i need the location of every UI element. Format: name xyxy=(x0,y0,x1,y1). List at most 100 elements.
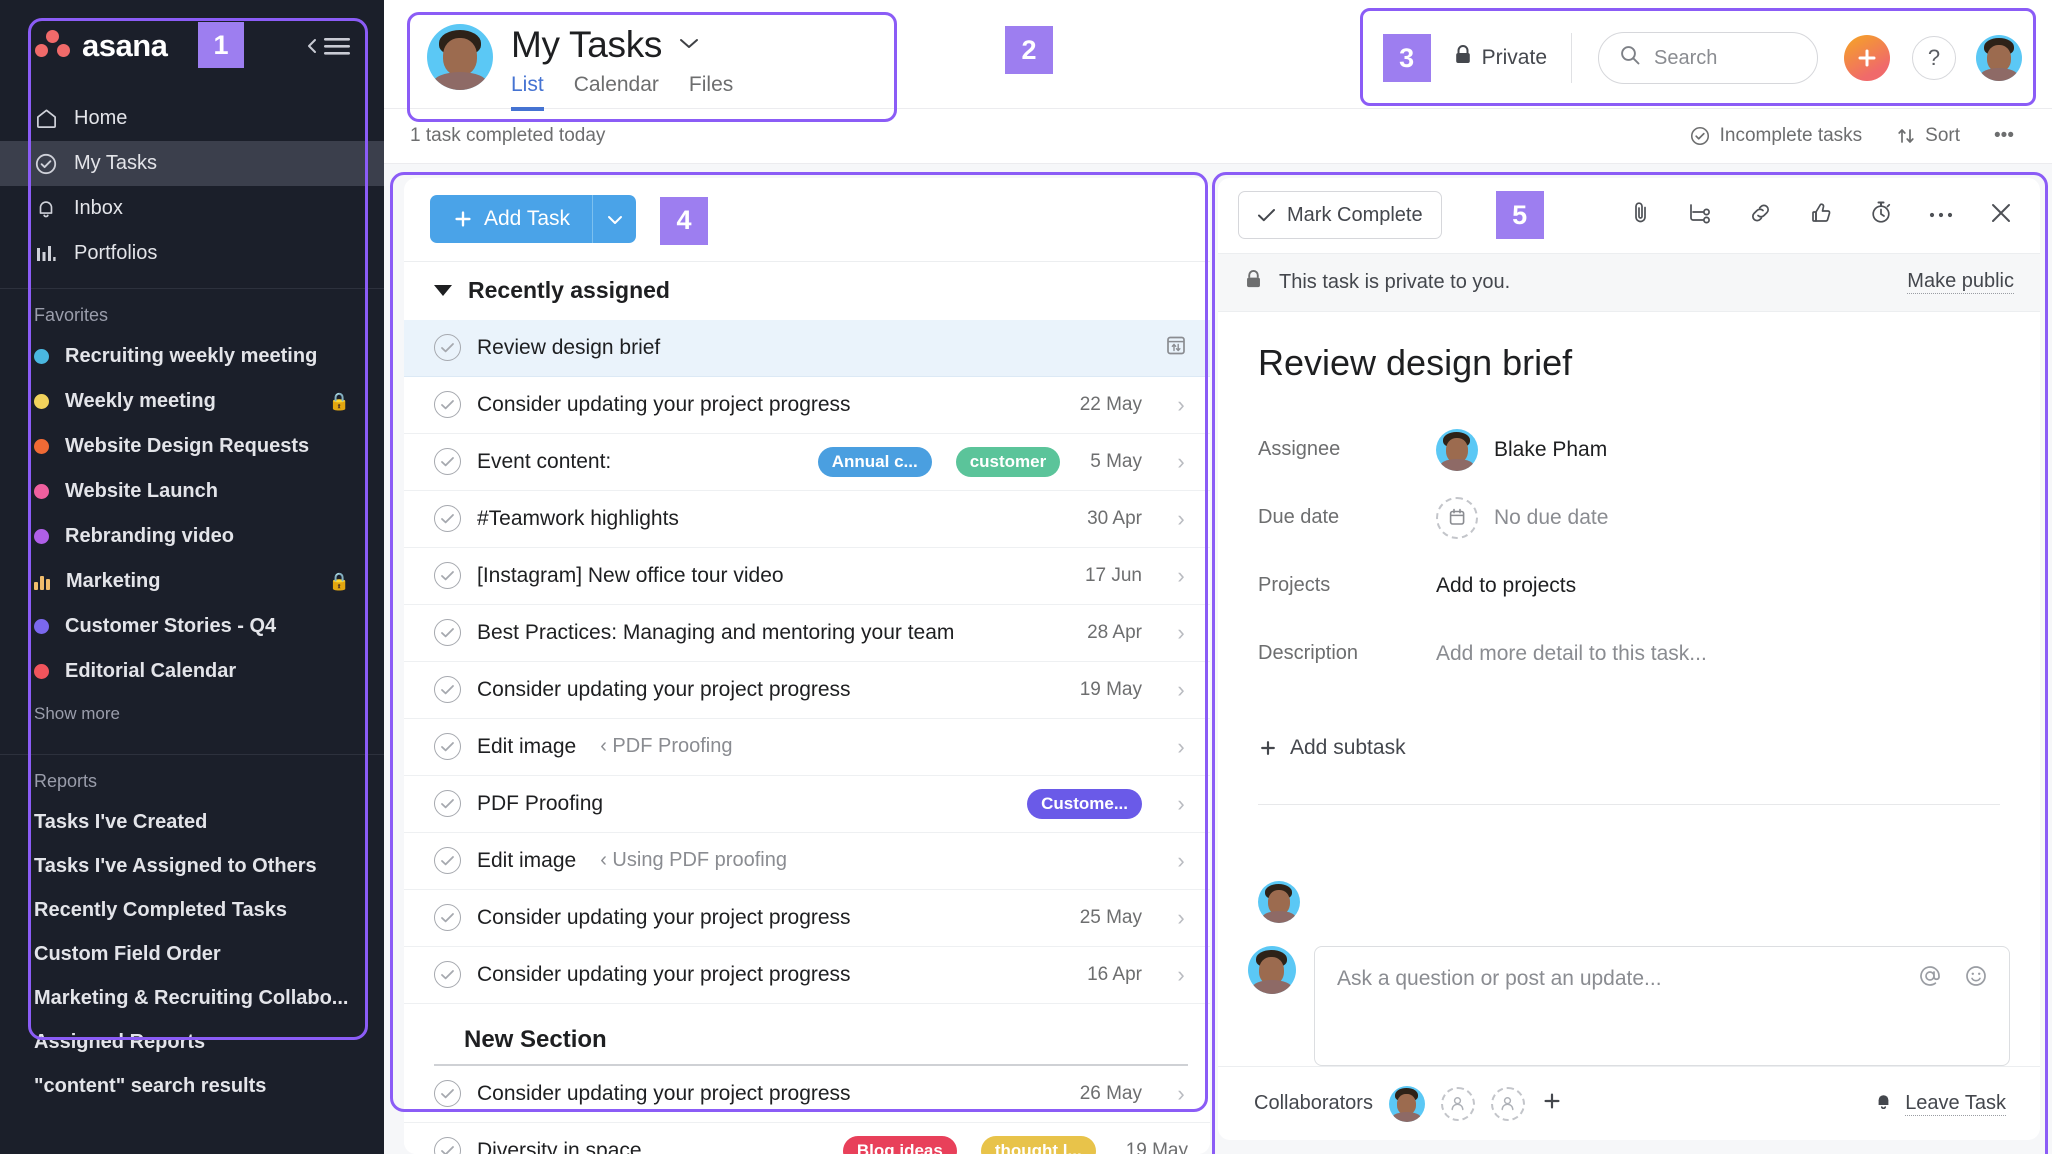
sidebar-item-portfolios[interactable]: Portfolios xyxy=(0,231,384,276)
task-tag[interactable]: thought l... xyxy=(980,1135,1096,1154)
chevron-right-icon[interactable]: › xyxy=(1174,905,1188,931)
chevron-right-icon[interactable]: › xyxy=(1174,392,1188,418)
privacy-indicator[interactable]: Private xyxy=(1453,44,1547,72)
table-row[interactable]: Review design brief xyxy=(404,319,1210,377)
sidebar-item-weekly-meeting[interactable]: Weekly meeting 🔒 xyxy=(0,379,384,424)
sort-button[interactable]: Sort xyxy=(1896,125,1960,147)
table-row[interactable]: Consider updating your project progress … xyxy=(404,1065,1210,1123)
chevron-right-icon[interactable]: › xyxy=(1174,620,1188,646)
table-row[interactable]: Diversity in space Blog ideas thought l.… xyxy=(404,1122,1210,1154)
due-date-field[interactable]: Due date No due date xyxy=(1258,484,2000,552)
sidebar-item-marketing[interactable]: Marketing 🔒 xyxy=(0,559,384,604)
section-new-section[interactable]: New Section xyxy=(434,1004,1188,1066)
mention-icon[interactable] xyxy=(1917,963,1943,996)
sidebar-item-content-search-results[interactable]: "content" search results xyxy=(0,1064,384,1108)
chevron-down-icon[interactable] xyxy=(676,35,702,56)
sidebar-item-recruiting-weekly-meeting[interactable]: Recruiting weekly meeting xyxy=(0,334,384,379)
chevron-right-icon[interactable]: › xyxy=(1174,848,1188,874)
chevron-right-icon[interactable]: › xyxy=(1174,563,1188,589)
table-row[interactable]: #Teamwork highlights 30 Apr › xyxy=(404,490,1210,548)
complete-checkbox[interactable] xyxy=(434,676,461,704)
sort-calendar-icon[interactable] xyxy=(1164,333,1188,363)
sidebar-item-tasks-ive-created[interactable]: Tasks I've Created xyxy=(0,800,384,844)
tab-calendar[interactable]: Calendar xyxy=(574,73,659,111)
sidebar-item-home[interactable]: Home xyxy=(0,96,384,141)
emoji-icon[interactable] xyxy=(1963,963,1989,996)
sidebar-item-customer-stories-q4[interactable]: Customer Stories - Q4 xyxy=(0,604,384,649)
subtask-icon[interactable] xyxy=(1687,201,1713,230)
assignee-avatar[interactable] xyxy=(1436,428,1478,471)
show-more-button[interactable]: Show more xyxy=(0,694,384,742)
chevron-down-icon[interactable] xyxy=(434,285,452,297)
more-options-button[interactable]: ••• xyxy=(1994,125,2014,147)
close-icon[interactable] xyxy=(1988,200,2014,231)
calendar-icon[interactable] xyxy=(1436,496,1478,539)
complete-checkbox[interactable] xyxy=(434,847,461,875)
chevron-right-icon[interactable]: › xyxy=(1174,734,1188,760)
add-task-dropdown-icon[interactable] xyxy=(592,195,636,244)
add-subtask-button[interactable]: Add subtask xyxy=(1258,736,2000,760)
chevron-right-icon[interactable]: › xyxy=(1174,962,1188,988)
table-row[interactable]: Best Practices: Managing and mentoring y… xyxy=(404,604,1210,662)
sidebar-item-inbox[interactable]: Inbox xyxy=(0,186,384,231)
task-tag[interactable]: customer xyxy=(955,446,1061,477)
add-button[interactable] xyxy=(1844,35,1890,81)
add-task-button[interactable]: Add Task xyxy=(430,195,592,244)
chevron-right-icon[interactable]: › xyxy=(1174,506,1188,532)
timer-icon[interactable] xyxy=(1868,199,1894,231)
chevron-right-icon[interactable]: › xyxy=(1174,449,1188,475)
help-button[interactable]: ? xyxy=(1912,36,1956,80)
sidebar-item-marketing-recruiting-collab[interactable]: Marketing & Recruiting Collabo... xyxy=(0,976,384,1020)
complete-checkbox[interactable] xyxy=(434,1080,461,1108)
projects-field[interactable]: Projects Add to projects xyxy=(1258,552,2000,620)
add-collaborator-button[interactable] xyxy=(1541,1090,1563,1117)
task-tag[interactable]: Annual c... xyxy=(817,446,932,477)
mark-complete-button[interactable]: Mark Complete xyxy=(1238,191,1442,240)
chevron-right-icon[interactable]: › xyxy=(1174,1081,1188,1107)
chevron-right-icon[interactable]: › xyxy=(1174,791,1188,817)
table-row[interactable]: Consider updating your project progress … xyxy=(404,889,1210,947)
complete-checkbox[interactable] xyxy=(434,562,461,590)
collaborator-placeholder[interactable] xyxy=(1490,1086,1525,1121)
table-row[interactable]: Consider updating your project progress … xyxy=(404,946,1210,1004)
leave-task-button[interactable]: Leave Task xyxy=(1873,1090,2006,1118)
like-icon[interactable] xyxy=(1808,200,1834,231)
complete-checkbox[interactable] xyxy=(434,391,461,419)
sidebar-item-assigned-reports[interactable]: Assigned Reports xyxy=(0,1020,384,1064)
comment-input[interactable]: Ask a question or post an update... xyxy=(1314,946,2010,1067)
complete-checkbox[interactable] xyxy=(434,1137,461,1154)
sidebar-item-rebranding-video[interactable]: Rebranding video xyxy=(0,514,384,559)
sidebar-item-tasks-assigned-to-others[interactable]: Tasks I've Assigned to Others xyxy=(0,844,384,888)
user-avatar[interactable] xyxy=(1976,35,2022,81)
avatar[interactable] xyxy=(427,24,493,90)
assignee-field[interactable]: Assignee Blake Pham xyxy=(1258,416,2000,484)
more-icon[interactable] xyxy=(1928,206,1954,224)
complete-checkbox[interactable] xyxy=(434,961,461,989)
filter-incomplete-tasks-button[interactable]: Incomplete tasks xyxy=(1689,125,1862,147)
table-row[interactable]: PDF Proofing Custome... › xyxy=(404,775,1210,833)
sidebar-item-website-launch[interactable]: Website Launch xyxy=(0,469,384,514)
collaborator-avatar[interactable] xyxy=(1388,1085,1425,1122)
table-row[interactable]: Edit image ‹ PDF Proofing › xyxy=(404,718,1210,776)
sidebar-item-editorial-calendar[interactable]: Editorial Calendar xyxy=(0,649,384,694)
complete-checkbox[interactable] xyxy=(434,790,461,818)
task-detail-title[interactable]: Review design brief xyxy=(1258,342,2000,384)
table-row[interactable]: Consider updating your project progress … xyxy=(404,661,1210,719)
collaborator-placeholder[interactable] xyxy=(1440,1086,1475,1121)
attachment-icon[interactable] xyxy=(1628,200,1653,231)
sidebar-item-website-design-requests[interactable]: Website Design Requests xyxy=(0,424,384,469)
table-row[interactable]: [Instagram] New office tour video 17 Jun… xyxy=(404,547,1210,605)
task-tag[interactable]: Custome... xyxy=(1027,788,1142,819)
description-field[interactable]: Description Add more detail to this task… xyxy=(1258,620,2000,688)
complete-checkbox[interactable] xyxy=(434,619,461,647)
make-public-button[interactable]: Make public xyxy=(1907,270,2014,295)
tab-list[interactable]: List xyxy=(511,73,544,111)
sidebar-item-custom-field-order[interactable]: Custom Field Order xyxy=(0,932,384,976)
sidebar-item-recently-completed-tasks[interactable]: Recently Completed Tasks xyxy=(0,888,384,932)
tab-files[interactable]: Files xyxy=(689,73,733,111)
asana-logo[interactable]: asana xyxy=(34,28,168,64)
table-row[interactable]: Event content: Annual c... customer 5 Ma… xyxy=(404,433,1210,491)
task-tag[interactable]: Blog ideas xyxy=(842,1135,957,1154)
collapse-sidebar-icon[interactable] xyxy=(305,35,352,57)
complete-checkbox[interactable] xyxy=(434,448,461,476)
